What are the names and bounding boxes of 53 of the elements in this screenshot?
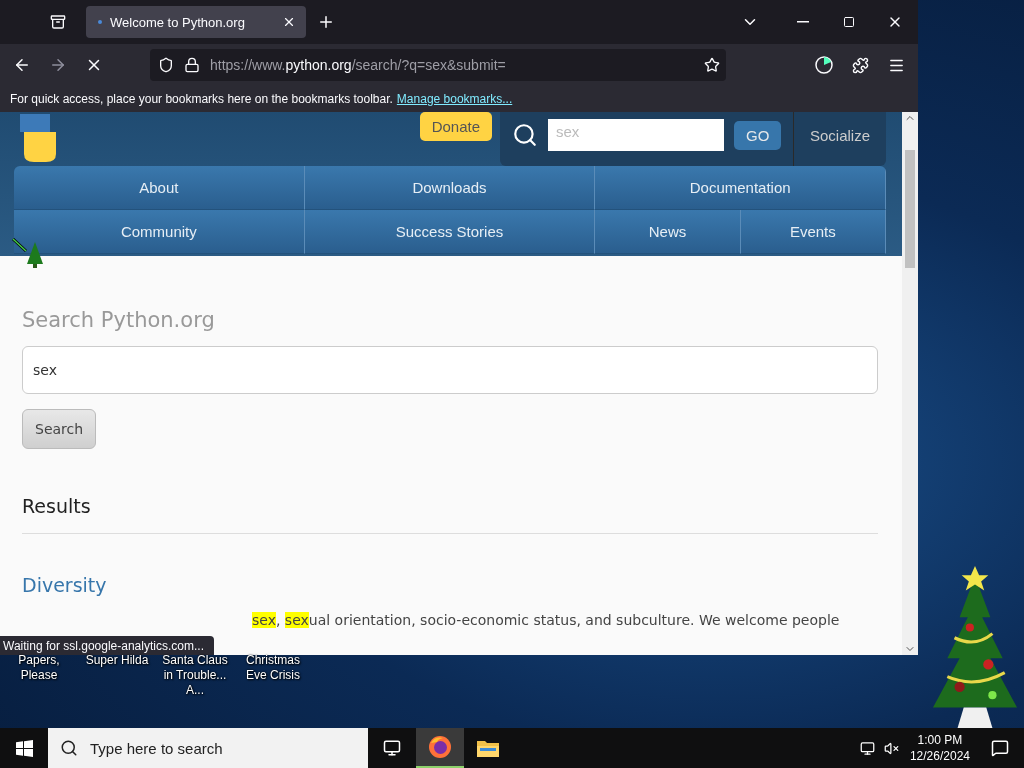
manage-bookmarks-link[interactable]: Manage bookmarks... [396, 92, 513, 106]
network-icon [860, 740, 876, 756]
forward-arrow-icon [49, 56, 67, 74]
nav-menu-item[interactable]: News [595, 210, 741, 254]
folder-icon [477, 739, 499, 757]
go-button[interactable]: GO [734, 120, 782, 150]
nav-menu-item[interactable]: Success Stories [304, 210, 596, 254]
bookmarks-hint: For quick access, place your bookmarks here on the bookmarks toolbar. [10, 92, 393, 106]
cursor-tree-drawing [12, 238, 46, 268]
search-heading: Search Python.org [22, 308, 216, 332]
scrollbar-thumb[interactable] [905, 150, 915, 268]
nav-menu-item[interactable]: Downloads [304, 166, 596, 210]
bookmark-star-icon[interactable] [704, 57, 720, 73]
clock[interactable]: 1:00 PM 12/26/2024 [903, 732, 976, 764]
taskbar-search-field[interactable]: Type here to search [48, 728, 368, 768]
puzzle-icon [851, 56, 869, 74]
maximize-icon [843, 16, 855, 28]
search-icon [60, 739, 78, 757]
desktop-icon-label[interactable]: Christmas Eve Crisis [234, 653, 312, 683]
browser-tab[interactable]: Welcome to Python.org [86, 6, 306, 38]
results-heading: Results [22, 495, 878, 534]
url-text: https://www.python.org/search/?q=sex&submit= [210, 57, 507, 73]
nav-menu-item[interactable]: Community [14, 210, 305, 254]
volume-muted-icon [884, 740, 900, 756]
address-bar[interactable]: https://www.python.org/search/?q=sex&submit= [150, 49, 726, 81]
result-snippet: sex, sexual orientation, socio-economic status, and subculture. We welcome people [252, 612, 841, 628]
taskbar-app-button[interactable] [416, 728, 464, 768]
search-placeholder: Type here to search [90, 739, 223, 757]
search-field[interactable]: sex [22, 346, 878, 394]
nav-menu-item[interactable]: Events [740, 210, 886, 254]
desktop-icon-label[interactable]: Santa Claus in Trouble... A... [156, 653, 234, 698]
search-icon [512, 122, 538, 148]
status-text: Waiting for ssl.google-analytics.com... [0, 636, 214, 655]
desktop-icon-label[interactable]: Papers, Please [0, 653, 78, 683]
notifications-icon [991, 739, 1009, 757]
donate-button[interactable]: Donate [419, 112, 492, 141]
close-tab-icon[interactable] [282, 15, 296, 29]
scrollbar[interactable] [902, 112, 918, 655]
shield-icon [158, 57, 174, 73]
firefox-icon [428, 735, 452, 759]
tab-list-icon [50, 14, 66, 30]
plus-icon [317, 13, 335, 31]
tab-title: Welcome to Python.org [110, 14, 246, 30]
result-title-link[interactable]: Diversity [22, 574, 878, 596]
nav-menu-item[interactable]: Documentation [595, 166, 886, 210]
windows-logo-icon [15, 739, 33, 757]
sync-status-icon [815, 56, 833, 74]
search-button[interactable]: Search [22, 409, 97, 449]
lock-icon [184, 57, 200, 73]
desktop-icon-label[interactable]: Super Hilda [78, 653, 156, 668]
task-view-icon [383, 739, 401, 757]
minimize-icon [797, 21, 809, 23]
nav-menu-item[interactable]: About [14, 166, 305, 210]
